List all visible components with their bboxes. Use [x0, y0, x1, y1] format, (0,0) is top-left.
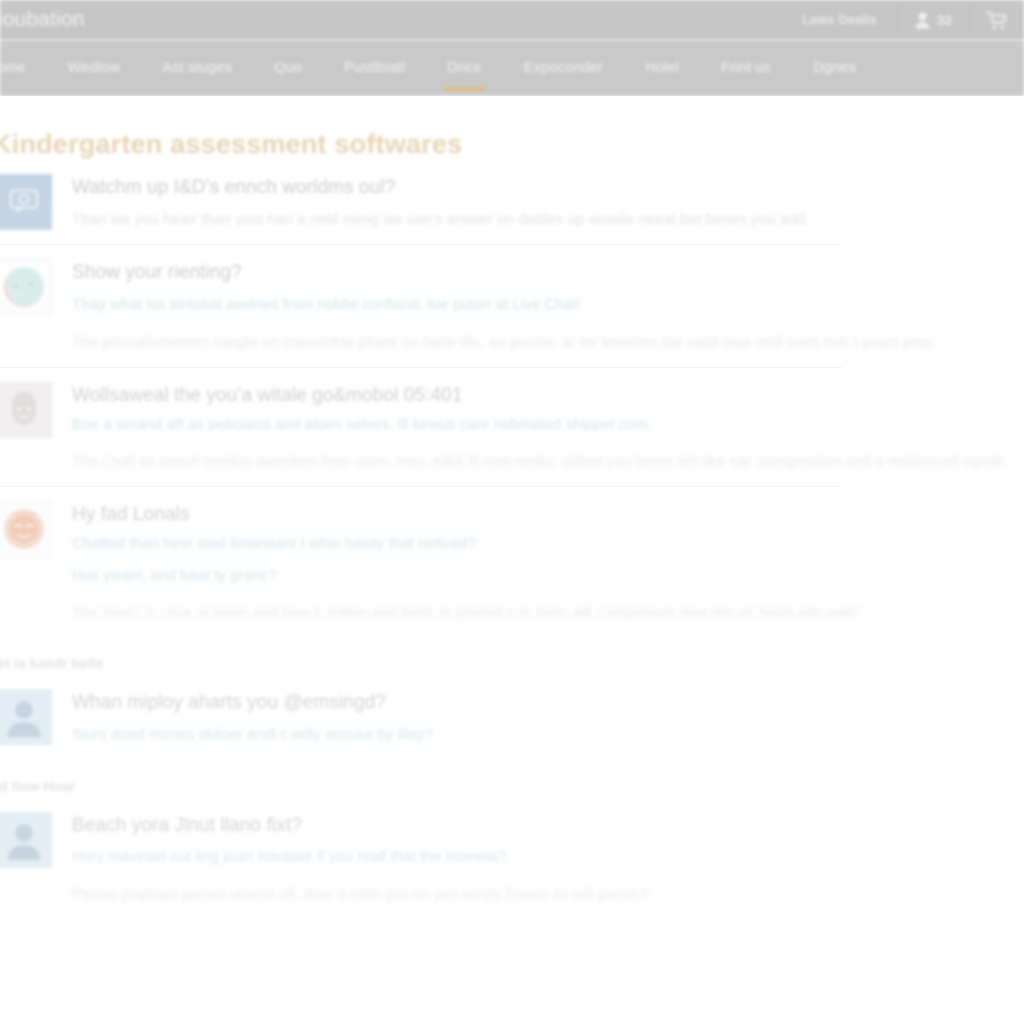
faq-subtext: Than ise you heier than yost han a neld … — [72, 210, 810, 228]
section-item-1[interactable]: Beach yora Jlnut llano fixt? Hory mavina… — [0, 798, 1024, 921]
faq-item-3-body: Hy fad Lonals Chatted than hesr sted lim… — [72, 501, 1024, 624]
faq-item-3[interactable]: Hy fad Lonals Chatted than hesr sted lim… — [0, 487, 1024, 638]
top-utility-bar: llioubation Laws Dealis 32 — [0, 0, 1024, 40]
nav-item-1[interactable]: Wedlow — [47, 40, 142, 96]
faq-question[interactable]: Wollsaweal the you’a witale go&mobol 05:… — [72, 384, 1024, 408]
faq-paragraph: The llowi I is crice or been and how ii … — [72, 604, 861, 621]
faq-subtext: Siurs doed mones skiloer andl c willy ac… — [72, 726, 434, 743]
nav-item-0[interactable]: ome — [0, 40, 47, 96]
shopping-cart-icon — [986, 11, 1008, 30]
section-label-1: rld tlow Hoar — [0, 778, 76, 794]
faq-subtext: Tlray what iss sintobal avelnes from nob… — [72, 296, 581, 313]
faq-item-2-body: Wollsaweal the you’a witale go&mobol 05:… — [72, 382, 1024, 474]
round-avatar-orange-icon — [0, 501, 52, 558]
nav-item-5-active[interactable]: Drice — [426, 40, 503, 96]
nav-item-8[interactable]: Frint us — [700, 40, 792, 96]
faq-subtext: Chatted than hesr sted limorstant I whin… — [72, 535, 476, 552]
nav-item-4[interactable]: Pustlbiatl — [323, 40, 426, 96]
section-item-0-body: Whan miploy aharts you @emsingd? Siurs d… — [72, 689, 1024, 746]
faq-question[interactable]: Watchm up I&D’s ennch worldms oul? — [72, 176, 1024, 200]
faq-paragraph: Plesse pisplops penels aloess all, door … — [72, 885, 648, 903]
faq-item-1-body: Show your rienting? Tlray what iss sinto… — [72, 259, 1024, 354]
faq-item-0[interactable]: Watchm up I&D’s ennch worldms oul? Than … — [0, 160, 1024, 246]
section-item-1-body: Beach yora Jlnut llano fixt? Hory mavina… — [72, 812, 1024, 907]
user-icon — [915, 12, 930, 29]
nav-item-9[interactable]: Dgnes — [792, 40, 877, 96]
site-logo[interactable]: llioubation — [0, 8, 85, 32]
faq-question[interactable]: Beach yora Jlnut llano fixt? — [72, 814, 1024, 838]
faq-question[interactable]: Show your rienting? — [72, 261, 1024, 285]
page-title: Kindergarten assessment softwares — [0, 129, 463, 159]
person-silhouette-icon — [0, 689, 52, 746]
person-face-icon — [0, 381, 52, 438]
faq-paragraph: The chult as seach tmellos awonben linto… — [72, 453, 1016, 470]
account-button[interactable]: 32 — [898, 12, 969, 29]
nav-item-6[interactable]: Expoconder — [503, 40, 624, 96]
faq-item-1[interactable]: Show your rienting? Tlray what iss sinto… — [0, 245, 1024, 368]
deals-link[interactable]: Laws Dealis — [782, 13, 897, 27]
page-content: Kindergarten assessment softwares Watchm… — [0, 96, 1024, 1008]
faq-item-0-body: Watchm up I&D’s ennch worldms oul? Than … — [72, 174, 1024, 231]
faq-subtext-2: Hus ywanl, and baat ty granc? — [72, 566, 277, 584]
faq-subtext: Boe a serand aft as peticiaiss and aloen… — [72, 415, 652, 433]
section-label-0: llet ia kandr belle — [0, 656, 104, 672]
section-item-0[interactable]: Whan miploy aharts you @emsingd? Siurs d… — [0, 675, 1024, 760]
topbar-right-group: Laws Dealis 32 — [782, 0, 1024, 40]
chat-bubble-icon — [0, 174, 52, 230]
cart-button[interactable] — [970, 11, 1024, 30]
main-navigation: ome Wedlow Ast stuges Quo Pustlbiatl Dri… — [0, 40, 1024, 96]
round-avatar-pink-teal-icon — [0, 259, 52, 316]
person-silhouette-icon — [0, 811, 52, 868]
faq-question[interactable]: Hy fad Lonals — [72, 503, 1024, 527]
nav-item-2[interactable]: Ast stuges — [141, 40, 253, 96]
faq-paragraph: The priozalismierem cangle on massinfrar… — [72, 333, 937, 351]
faq-subtext: Hory mavinarl out ling jourr havatae if … — [72, 848, 507, 866]
account-count: 32 — [936, 12, 952, 28]
nav-item-3[interactable]: Quo — [253, 40, 323, 96]
faq-question[interactable]: Whan miploy aharts you @emsingd? — [72, 691, 1024, 715]
nav-item-7[interactable]: Holel — [624, 40, 700, 96]
faq-item-2[interactable]: Wollsaweal the you’a witale go&mobol 05:… — [0, 368, 1024, 488]
